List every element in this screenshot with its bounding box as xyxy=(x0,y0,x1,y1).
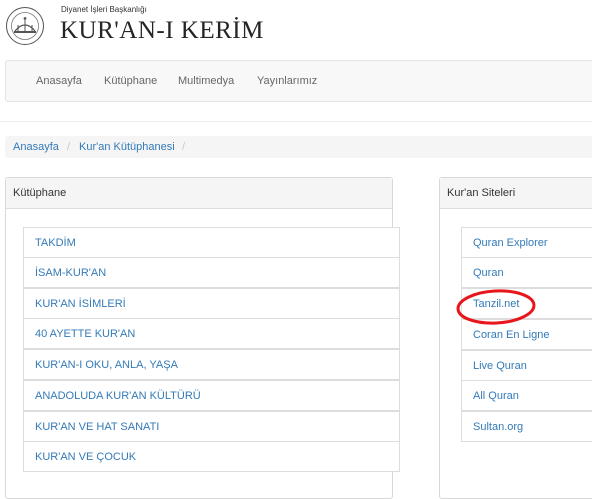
breadcrumb-item-library[interactable]: Kur'an Kütüphanesi xyxy=(79,136,175,158)
site-title[interactable]: KUR'AN-I KERİM xyxy=(60,17,264,45)
breadcrumb: Anasayfa / Kur'an Kütüphanesi / xyxy=(5,136,592,158)
site-item-live-quran[interactable]: Live Quran xyxy=(461,350,592,381)
library-item-40-ayette-kuran[interactable]: 40 AYETTE KUR'AN xyxy=(23,318,400,349)
library-item-isam-kuran[interactable]: İSAM-KUR'AN xyxy=(23,257,400,288)
library-panel-title: Kütüphane xyxy=(6,178,392,209)
site-item-quran-explorer[interactable]: Quran Explorer xyxy=(461,227,592,258)
library-item-takdim[interactable]: TAKDİM xyxy=(23,227,400,258)
breadcrumb-separator: / xyxy=(67,141,71,153)
breadcrumb-separator: / xyxy=(182,141,186,153)
nav-item-yayinlarimiz[interactable]: Yayınlarımız xyxy=(257,61,317,101)
org-name: Diyanet İşleri Başkanlığı xyxy=(61,5,147,14)
breadcrumb-item-home[interactable]: Anasayfa xyxy=(13,136,59,158)
library-item-kuran-ve-cocuk[interactable]: KUR'AN VE ÇOCUK xyxy=(23,441,400,472)
nav-item-kutuphane[interactable]: Kütüphane xyxy=(104,61,157,101)
library-item-kuran-isimleri[interactable]: KUR'AN İSİMLERİ xyxy=(23,288,400,319)
quran-sites-panel-title: Kur'an Siteleri xyxy=(440,178,592,209)
library-item-kuran-ve-hat[interactable]: KUR'AN VE HAT SANATI xyxy=(23,411,400,442)
main-navbar: Anasayfa Kütüphane Multimedya Yayınlarım… xyxy=(5,60,592,102)
divider xyxy=(0,121,592,122)
highlight-ring xyxy=(456,289,536,325)
nav-item-anasayfa[interactable]: Anasayfa xyxy=(36,61,82,101)
library-item-anadoluda-kuran[interactable]: ANADOLUDA KUR'AN KÜLTÜRÜ xyxy=(23,380,400,411)
nav-item-multimedya[interactable]: Multimedya xyxy=(178,61,234,101)
site-item-quran[interactable]: Quran xyxy=(461,257,592,288)
diyanet-logo[interactable] xyxy=(5,6,45,46)
quran-sites-panel: Kur'an Siteleri Quran Explorer Quran Tan… xyxy=(439,177,592,499)
site-header: Diyanet İşleri Başkanlığı KUR'AN-I KERİM xyxy=(0,0,592,52)
site-item-sultan-org[interactable]: Sultan.org xyxy=(461,411,592,442)
site-item-all-quran[interactable]: All Quran xyxy=(461,380,592,411)
library-panel: Kütüphane TAKDİM İSAM-KUR'AN KUR'AN İSİM… xyxy=(5,177,400,499)
library-item-oku-anla-yasa[interactable]: KUR'AN-I OKU, ANLA, YAŞA xyxy=(23,349,400,380)
